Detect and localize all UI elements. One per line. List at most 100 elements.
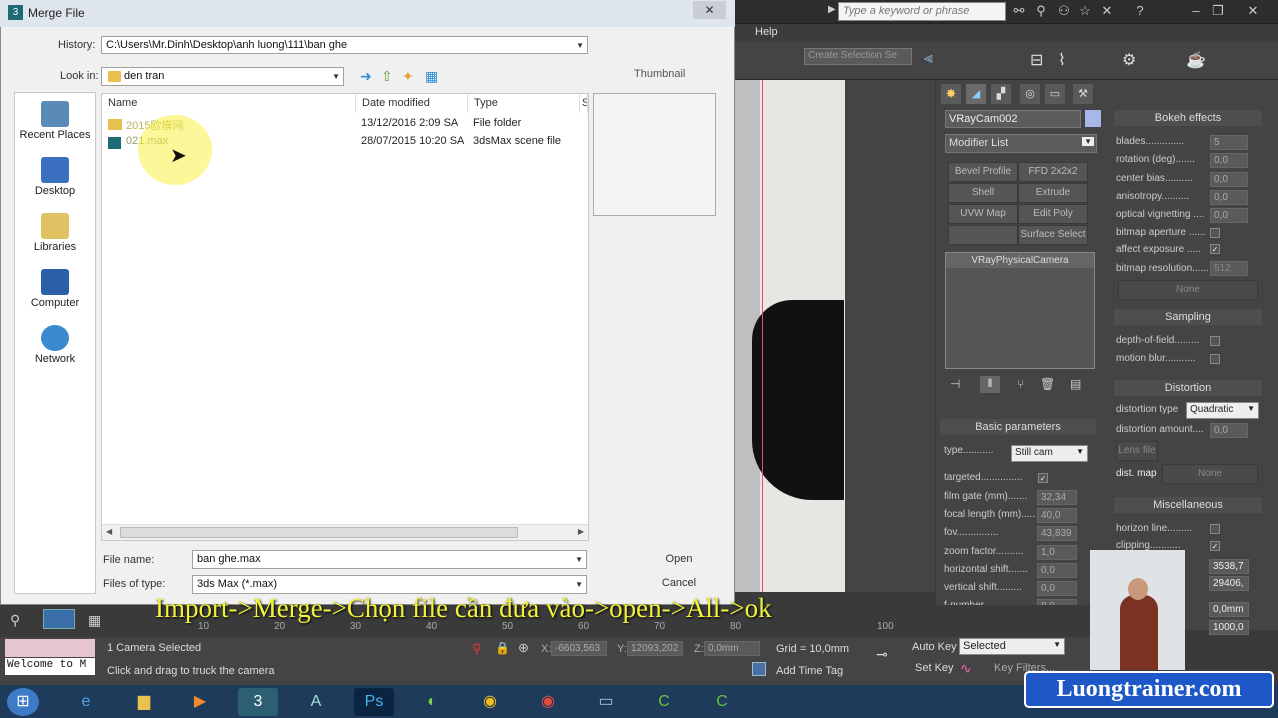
key-search-icon[interactable]: ⚲	[1033, 3, 1049, 19]
hierarchy-tab-icon[interactable]: ▞	[991, 84, 1011, 104]
horizon-line-checkbox[interactable]	[1210, 524, 1220, 534]
basic-param-spinner[interactable]: 0,0	[1037, 562, 1077, 578]
column-name[interactable]: Name	[102, 94, 356, 113]
view-menu-icon[interactable]: ▦	[425, 68, 438, 85]
rollout-basic-parameters[interactable]: Basic parameters	[940, 419, 1096, 435]
start-button-icon[interactable]: ⊞	[7, 688, 39, 716]
bokeh-param-spinner[interactable]: 0,0	[1210, 208, 1248, 224]
bokeh-param-spinner[interactable]: 0,0	[1210, 153, 1248, 169]
filename-combo[interactable]: ban ghe.max ▼	[192, 550, 587, 569]
targeted-checkbox[interactable]: ✓	[1038, 473, 1048, 483]
basic-param-spinner[interactable]: 40,0	[1037, 508, 1077, 524]
internet-explorer-icon[interactable]: e	[66, 688, 106, 716]
menu-help[interactable]: Help	[755, 26, 778, 38]
object-color-swatch[interactable]	[1085, 110, 1101, 127]
set-key-button[interactable]: Set Key	[915, 662, 954, 674]
isolate-icon[interactable]: ⚲	[472, 641, 482, 657]
remove-modifier-icon[interactable]: 🗑	[1040, 377, 1055, 391]
camera-type-combo[interactable]: Still cam ▼	[1011, 445, 1088, 462]
bokeh-param-spinner[interactable]: 0,0	[1210, 189, 1248, 205]
close-icon[interactable]: ✕	[1245, 3, 1261, 19]
photoshop-icon[interactable]: Ps	[354, 688, 394, 716]
horizontal-scrollbar[interactable]: ◀ ▶	[102, 524, 588, 540]
up-folder-icon[interactable]: ⇧	[381, 68, 393, 85]
env-near-spinner[interactable]: 0,0mm	[1209, 602, 1249, 617]
window-app-icon[interactable]: ▭	[586, 688, 626, 716]
chrome-icon[interactable]: ◉	[470, 688, 510, 716]
x-coordinate-field[interactable]: -6603,563	[551, 641, 607, 656]
bitmap-resolution-spinner[interactable]: 512	[1210, 261, 1248, 276]
show-end-result-icon[interactable]: ‖	[980, 376, 1000, 393]
layer-icon[interactable]: ⚲	[10, 612, 20, 629]
3dsmax-icon[interactable]: 3	[238, 688, 278, 716]
user-icon[interactable]: ⚇	[1056, 3, 1072, 19]
mod-button-uvw-map[interactable]: UVW Map	[948, 204, 1018, 224]
place-desktop[interactable]: Desktop	[14, 157, 96, 197]
track-icon[interactable]: ▦	[88, 612, 101, 629]
search-input[interactable]: Type a keyword or phrase	[838, 2, 1006, 21]
open-button[interactable]: Open	[634, 549, 724, 570]
bitmap-aperture-checkbox[interactable]	[1210, 228, 1220, 238]
column-size[interactable]: S	[580, 94, 588, 113]
mod-button-ffd[interactable]: FFD 2x2x2	[1018, 162, 1088, 182]
file-explorer-icon[interactable]: ▆	[124, 688, 164, 716]
place-computer[interactable]: Computer	[14, 269, 96, 309]
clipping-checkbox[interactable]: ✓	[1210, 541, 1220, 551]
make-unique-icon[interactable]: ⑂	[1017, 377, 1024, 391]
dialog-close-button[interactable]: ✕	[693, 1, 726, 19]
bokeh-map-button[interactable]: None	[1118, 280, 1258, 300]
selection-set-combo[interactable]: Create Selection Se	[804, 48, 912, 65]
basic-param-spinner[interactable]: 32,34	[1037, 490, 1077, 505]
y-coordinate-field[interactable]: 12093,202	[627, 641, 683, 656]
bokeh-param-spinner[interactable]: 5	[1210, 135, 1248, 150]
distortion-amount-spinner[interactable]: 0,0	[1210, 423, 1248, 438]
object-name-field[interactable]: VRayCam002	[945, 110, 1081, 128]
rollout-distortion[interactable]: Distortion	[1114, 380, 1262, 396]
column-type[interactable]: Type	[468, 94, 580, 113]
history-combo[interactable]: C:\Users\Mr.Dinh\Desktop\anh luong\111\b…	[101, 36, 588, 54]
affect-exposure-checkbox[interactable]: ✓	[1210, 244, 1220, 254]
lens-file-button[interactable]: Lens file	[1116, 441, 1158, 461]
stack-item-vray-camera[interactable]: VRayPhysicalCamera	[946, 253, 1094, 268]
modify-tab-icon[interactable]: ◢	[966, 84, 986, 104]
sketch-app-icon[interactable]: ◐	[412, 688, 452, 716]
rollout-sampling[interactable]: Sampling	[1114, 309, 1262, 325]
modifier-stack[interactable]: VRayPhysicalCamera	[945, 252, 1095, 369]
motion-tab-icon[interactable]: ◎	[1020, 84, 1040, 104]
display-tab-icon[interactable]: ▭	[1045, 84, 1065, 104]
camtasia-icon[interactable]: C	[644, 688, 684, 716]
dof-checkbox[interactable]	[1210, 336, 1220, 346]
pin-stack-icon[interactable]: ⊣	[950, 377, 960, 391]
z-coordinate-field[interactable]: 0,0mm	[704, 641, 760, 656]
render-icon[interactable]: ☕	[1186, 50, 1206, 70]
absolute-mode-icon[interactable]: ⊕	[518, 640, 529, 656]
tools-icon[interactable]: ✕	[1099, 3, 1115, 19]
auto-key-button[interactable]: Auto Key	[912, 641, 957, 653]
bokeh-param-spinner[interactable]: 0,0	[1210, 171, 1248, 187]
chrome-icon-2[interactable]: ◉	[528, 688, 568, 716]
utilities-tab-icon[interactable]: ⚒	[1073, 84, 1093, 104]
max-tab-arrow[interactable]: ▶	[828, 4, 836, 15]
minimize-icon[interactable]: –	[1188, 3, 1204, 19]
help-icon[interactable]: ?	[1132, 3, 1148, 19]
listener-pink-area[interactable]	[5, 639, 95, 657]
media-player-icon[interactable]: ▶	[180, 688, 220, 716]
place-libraries[interactable]: Libraries	[14, 213, 96, 253]
autocad-icon[interactable]: A	[296, 688, 336, 716]
mod-button-edit-poly[interactable]: Edit Poly	[1018, 204, 1088, 224]
modifier-list-combo[interactable]: Modifier List ▼	[945, 134, 1097, 153]
add-time-tag[interactable]: Add Time Tag	[776, 665, 843, 677]
basic-param-spinner[interactable]: 0,0	[1037, 581, 1077, 596]
mod-button-extrude[interactable]: Extrude	[1018, 183, 1088, 203]
create-tab-icon[interactable]: ✸	[941, 84, 961, 104]
motion-blur-checkbox[interactable]	[1210, 354, 1220, 364]
restore-icon[interactable]: ❐	[1210, 3, 1226, 19]
dist-map-button[interactable]: None	[1162, 464, 1258, 484]
mirror-icon[interactable]: ⫷	[924, 50, 933, 68]
curve-editor-icon[interactable]: ⌇	[1058, 50, 1066, 70]
basic-param-spinner[interactable]: 43,839	[1037, 526, 1077, 542]
clip-far-spinner[interactable]: 29406,	[1209, 576, 1249, 591]
rollout-miscellaneous[interactable]: Miscellaneous	[1114, 497, 1262, 513]
place-network[interactable]: Network	[14, 325, 96, 365]
mod-button-bevel-profile[interactable]: Bevel Profile	[948, 162, 1018, 182]
